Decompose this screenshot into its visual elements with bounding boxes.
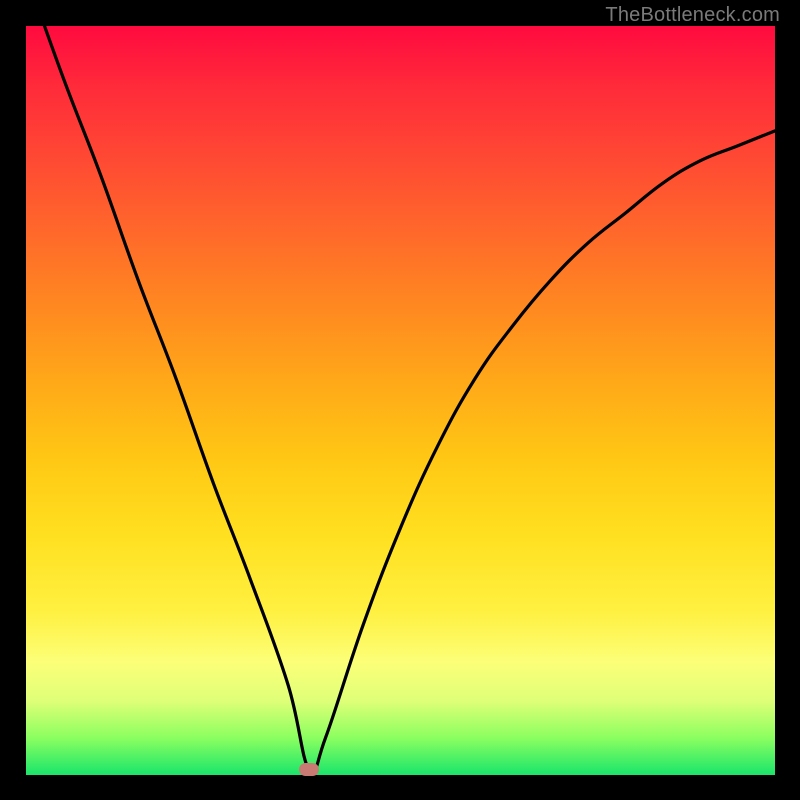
bottleneck-curve [26,26,775,775]
attribution-text: TheBottleneck.com [605,4,780,27]
chart-frame: TheBottleneck.com [0,0,800,800]
minimum-marker-icon [299,763,319,776]
